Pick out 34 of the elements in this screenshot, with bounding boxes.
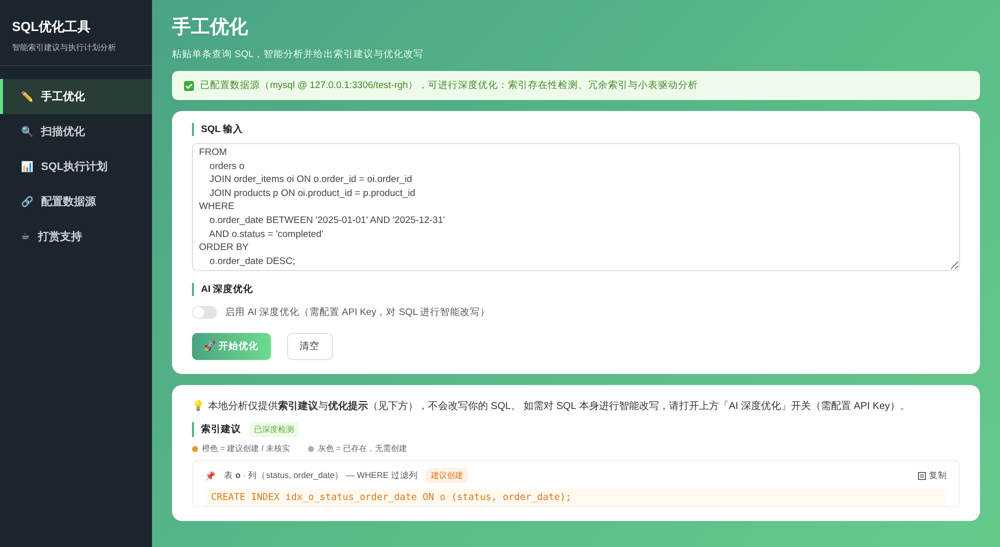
section-label: AI 深度优化	[192, 283, 960, 296]
status-badge: 已深度检测	[249, 422, 299, 437]
link-icon: 🔗	[21, 196, 33, 208]
toggle-switch[interactable]	[192, 306, 217, 319]
cup-icon: ☕	[21, 231, 30, 242]
lightbulb-icon: 💡	[192, 400, 204, 412]
nav-item[interactable]: 🔗 配置数据源	[0, 184, 152, 219]
legend-label: 灰色 = 已存在，无需创建	[318, 443, 407, 454]
page-subtitle: 粘贴单条查询 SQL，智能分析并给出索引建议与优化改写	[172, 48, 425, 61]
pin-icon: 📌	[205, 470, 216, 480]
search-icon: 🔍	[21, 126, 33, 138]
app-title: SQL优化工具	[12, 18, 92, 36]
copy-button[interactable]: 复制	[918, 470, 947, 482]
sql-code: CREATE INDEX idx_o_status_order_date ON o (status, order_date);	[205, 489, 947, 506]
chart-icon: 📊	[21, 160, 33, 172]
suggestion-title: 表 o · 列（status, order_date） — WHERE 过滤列	[224, 470, 418, 482]
copy-icon	[918, 472, 926, 480]
legend-label: 橙色 = 建议创建 / 未核实	[202, 443, 290, 454]
nav-item[interactable]: 📊 SQL执行计划	[0, 149, 152, 184]
pencil-icon: ✏	[21, 90, 33, 102]
check-icon	[184, 80, 194, 90]
section-label: SQL 输入	[192, 123, 960, 136]
nav-item[interactable]: ☕ 打赏支持	[0, 219, 152, 254]
page-title: 手工优化	[172, 16, 249, 40]
status-badge: 建议创建	[426, 468, 468, 483]
section-label: 索引建议	[201, 423, 241, 436]
nav-item[interactable]: ✏ 手工优化	[0, 79, 152, 114]
nav-item[interactable]: 🔍 扫描优化	[0, 114, 152, 149]
clear-button[interactable]: 清空	[286, 333, 333, 360]
app-subtitle: 智能索引建议与执行计划分析	[12, 42, 117, 53]
sql-input-field[interactable]: FROM orders o JOIN order_items oi ON o.order_id = oi.order_id JOIN products p ON oi.product_id = p.product_id WHERE o.order_date BETWEEN '2025-01-01' AND '2025-12-31' AND o.status = 'completed' ORDER BY o.order_date DESC;	[192, 143, 960, 271]
info-note: 本地分析仅提供索引建议与优化提示（见下方），不会改写你的 SQL。 如需对 SQL 本身进行智能改写，请打开上方「AI 深度优化」开关（需配置 API Key）。	[208, 400, 910, 413]
toggle-label: 启用 AI 深度优化（需配置 API Key，对 SQL 进行智能改写）	[225, 306, 490, 319]
banner-text: 已配置数据源（mysql @ 127.0.0.1:3306/test-rgh），可进行深度优化：索引存在性检测、冗余索引与小表驱动分析	[200, 79, 698, 92]
